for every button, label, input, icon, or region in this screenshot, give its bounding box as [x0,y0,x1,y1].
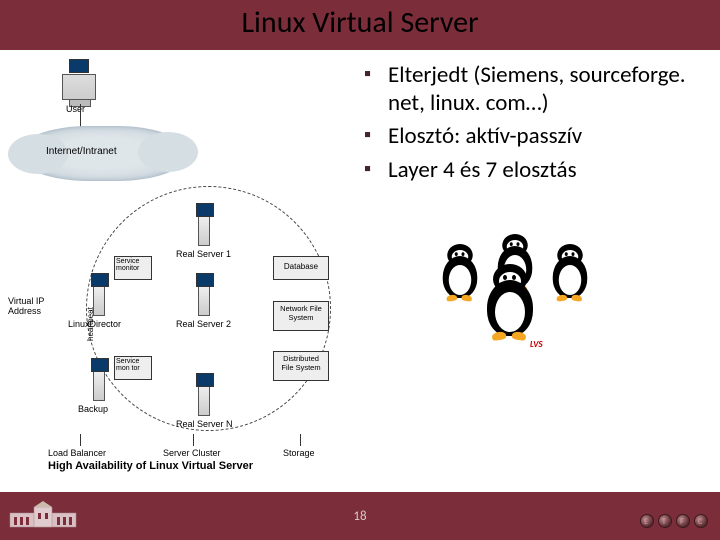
user-label: User [66,104,85,114]
virtual-ip-label: Virtual IP Address [8,296,52,316]
service-monitor-box-2: Service mon tor [114,356,152,380]
service-monitor-box: Service monitor [114,256,152,280]
university-building-icon [8,499,78,529]
real-server-1-label: Real Server 1 [176,249,231,259]
bullet-item: Layer 4 és 7 elosztás [360,157,700,185]
dfs-box: Distributed File System [273,351,329,381]
storage-label: Storage [283,448,315,458]
backup-label: Backup [78,404,108,414]
diagram-caption: High Availability of Linux Virtual Serve… [48,460,253,472]
tux-penguin-cluster: LVS [420,224,640,374]
real-server-1-icon [198,216,210,246]
title-bar: Linux Virtual Server [0,0,720,50]
footer-logo [8,499,78,534]
lvs-architecture-diagram: User Internet/Intranet Virtual IP Addres… [8,56,348,476]
footer-bar: 18 E T F C [0,492,720,540]
connector-line [300,434,301,446]
nfs-box: Network File System [273,301,329,331]
tux-penguin-main-icon [480,264,540,344]
load-balancer-label: Load Balancer [48,448,106,458]
real-server-n-icon [198,386,210,416]
database-box: Database [273,256,329,280]
footer-badge-icon: C [694,514,708,528]
slide-content: User Internet/Intranet Virtual IP Addres… [0,50,720,492]
user-computer-icon [62,74,96,100]
footer-badge-icon: T [658,514,672,528]
footer-badges: E T F C [640,514,708,528]
connector-line [80,104,81,128]
lvs-brand-label: LVS [530,339,543,350]
real-server-2-icon [198,286,210,316]
heartbeat-label: heartbeat [86,307,95,341]
slide-title: Linux Virtual Server [241,4,478,41]
page-number: 18 [353,509,366,524]
real-server-n-label: Real Server N [176,419,233,429]
backup-icon [93,371,105,401]
right-column: Elterjedt (Siemens, sourceforge. net, li… [360,50,720,492]
bullet-item: Elterjedt (Siemens, sourceforge. net, li… [360,62,700,117]
left-column: User Internet/Intranet Virtual IP Addres… [0,50,360,492]
connector-line [80,434,81,446]
server-cluster-label: Server Cluster [163,448,221,458]
bullet-list: Elterjedt (Siemens, sourceforge. net, li… [360,62,700,184]
tux-penguin-icon [438,244,483,304]
tux-penguin-icon [548,244,593,304]
connector-line [193,434,194,446]
bullet-item: Elosztó: aktív-passzív [360,123,700,151]
real-server-2-label: Real Server 2 [176,319,231,329]
footer-badge-icon: F [676,514,690,528]
cloud-label: Internet/Intranet [46,146,117,157]
footer-badge-icon: E [640,514,654,528]
